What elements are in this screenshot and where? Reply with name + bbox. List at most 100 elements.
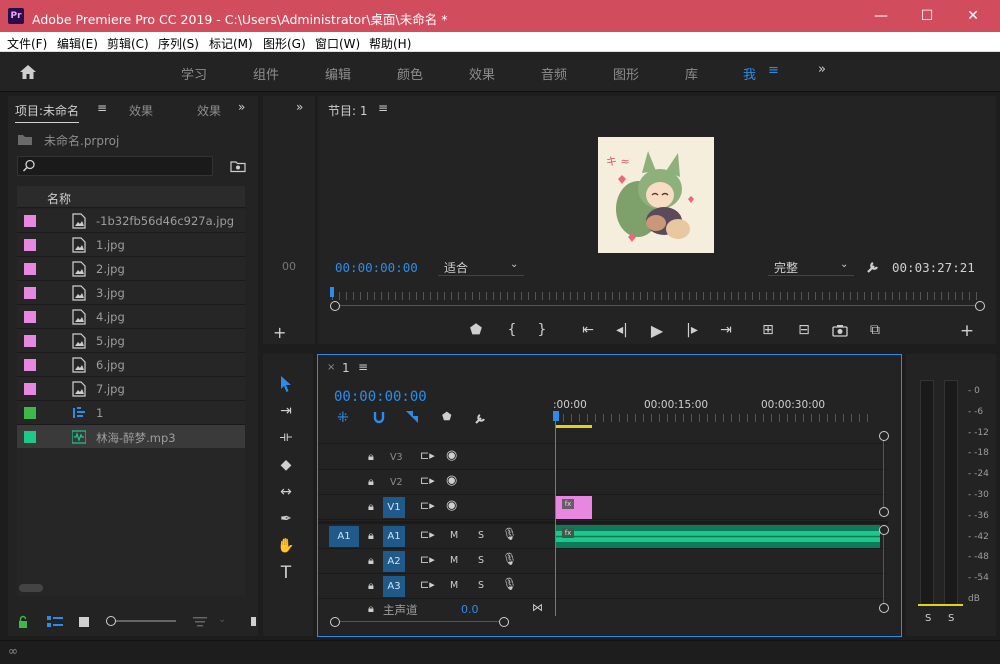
label-color-swatch[interactable] — [24, 215, 36, 227]
go-to-out-icon[interactable]: ⇥ — [716, 322, 736, 338]
step-forward-icon[interactable]: |▸ — [682, 322, 702, 338]
track-target-a1[interactable]: A1 — [383, 526, 405, 547]
tab-effects-2[interactable]: 效果 — [197, 102, 223, 119]
label-color-swatch[interactable] — [24, 431, 36, 443]
zoom-handle-right[interactable] — [975, 301, 985, 311]
track-target-v1[interactable]: V1 — [383, 497, 405, 518]
list-item[interactable]: 林海-醉梦.mp3 — [17, 425, 245, 449]
video-scrollbar[interactable] — [883, 437, 884, 511]
menu-clip[interactable]: 剪辑(C) — [107, 35, 149, 52]
workspace-effects[interactable]: 效果 — [469, 64, 495, 83]
lift-icon[interactable]: ⊞ — [758, 322, 778, 338]
sync-lock-icon[interactable]: ⊏▸ — [420, 449, 435, 462]
tab-project[interactable]: 项目:未命名 — [15, 102, 80, 123]
maximize-icon[interactable]: ☐ — [912, 4, 942, 28]
source-add-button[interactable]: + — [273, 323, 286, 342]
track-lock-icon[interactable]: 🔒︎ — [368, 554, 374, 568]
workspace-graphics[interactable]: 图形 — [613, 64, 639, 83]
wrench-icon[interactable] — [866, 259, 881, 274]
quality-dropdown[interactable]: 完整 ⌄ — [768, 257, 854, 276]
mute-button[interactable]: M — [450, 580, 458, 591]
sync-lock-icon[interactable]: ⊏▸ — [420, 553, 435, 566]
sync-lock-icon[interactable]: ⊏▸ — [420, 474, 435, 487]
workspace-mine[interactable]: 我 — [743, 64, 756, 83]
more-tabs-icon[interactable]: » — [238, 100, 245, 114]
source-patch-a1[interactable]: A1 — [329, 526, 359, 547]
hand-tool-icon[interactable]: ✋ — [272, 533, 300, 559]
microphone-icon[interactable]: 🎙︎ — [502, 577, 517, 591]
workspace-learning[interactable]: 学习 — [181, 64, 207, 83]
zoom-handle-left[interactable] — [330, 301, 340, 311]
solo-right-button[interactable]: S — [948, 613, 954, 624]
menu-file[interactable]: 文件(F) — [7, 35, 47, 52]
scroll-handle[interactable] — [879, 525, 889, 535]
fit-dropdown[interactable]: 适合 ⌄ — [438, 257, 524, 276]
sort-dropdown-icon[interactable]: ⌄ — [218, 614, 226, 625]
timeline-zoom-bar[interactable] — [335, 621, 505, 622]
master-go-to-end-icon[interactable]: ⋈ — [532, 601, 543, 614]
lock-icon[interactable] — [17, 615, 29, 629]
track-lock-icon[interactable]: 🔒︎ — [368, 475, 374, 489]
menu-help[interactable]: 帮助(H) — [369, 35, 411, 52]
workspace-menu-icon[interactable]: ≡ — [768, 63, 779, 78]
track-lock-icon[interactable]: 🔒︎ — [368, 602, 374, 616]
solo-button[interactable]: S — [478, 530, 484, 541]
track-lock-icon[interactable]: 🔒︎ — [368, 450, 374, 464]
creative-cloud-icon[interactable]: ∞ — [8, 644, 18, 658]
menu-edit[interactable]: 编辑(E) — [57, 35, 98, 52]
list-item[interactable]: 1 — [17, 401, 245, 425]
sequence-tab[interactable]: 1 — [342, 361, 350, 375]
program-menu-icon[interactable]: ≡ — [378, 101, 388, 115]
audio-scrollbar[interactable] — [883, 530, 884, 610]
scroll-handle[interactable] — [879, 431, 889, 441]
scroll-handle[interactable] — [879, 507, 889, 517]
timeline-marker-icon[interactable]: ⬟ — [442, 410, 452, 423]
track-target-a2[interactable]: A2 — [383, 551, 405, 572]
menu-marker[interactable]: 标记(M) — [209, 35, 253, 52]
sync-lock-icon[interactable]: ⊏▸ — [420, 528, 435, 541]
workspace-audio[interactable]: 音频 — [541, 64, 567, 83]
ripple-edit-tool-icon[interactable]: ⟛ — [272, 424, 300, 450]
timeline-timecode[interactable]: 00:00:00:00 — [334, 389, 427, 405]
close-sequence-icon[interactable]: × — [327, 362, 335, 373]
solo-left-button[interactable]: S — [925, 613, 931, 624]
label-color-swatch[interactable] — [24, 311, 36, 323]
mute-button[interactable]: M — [450, 530, 458, 541]
program-playhead[interactable] — [330, 287, 334, 297]
microphone-icon[interactable]: 🎙︎ — [502, 527, 517, 541]
list-item[interactable]: 2.jpg — [17, 257, 245, 281]
list-item[interactable]: 4.jpg — [17, 305, 245, 329]
label-color-swatch[interactable] — [24, 239, 36, 251]
sync-lock-icon[interactable]: ⊏▸ — [420, 578, 435, 591]
list-item[interactable]: 1.jpg — [17, 233, 245, 257]
project-column-header[interactable]: 名称 — [17, 186, 245, 208]
snap-icon[interactable] — [372, 410, 386, 424]
nest-icon[interactable]: ⁜ — [337, 410, 349, 426]
label-color-swatch[interactable] — [24, 383, 36, 395]
zoom-handle-left[interactable] — [330, 617, 340, 627]
mark-out-icon[interactable]: } — [532, 322, 552, 338]
play-icon[interactable]: ▶ — [647, 321, 667, 340]
list-item[interactable]: 5.jpg — [17, 329, 245, 353]
go-to-in-icon[interactable]: ⇤ — [578, 322, 598, 338]
list-item[interactable]: 3.jpg — [17, 281, 245, 305]
source-expand-icon[interactable]: » — [296, 100, 303, 114]
label-color-swatch[interactable] — [24, 287, 36, 299]
list-view-icon[interactable] — [47, 616, 63, 628]
timeline-settings-icon[interactable] — [474, 411, 488, 425]
selection-tool-icon[interactable] — [279, 375, 293, 393]
track-target-a3[interactable]: A3 — [383, 576, 405, 597]
mute-button[interactable]: M — [450, 555, 458, 566]
project-scrollbar[interactable] — [19, 584, 43, 592]
home-icon[interactable] — [19, 64, 37, 80]
menu-window[interactable]: 窗口(W) — [315, 35, 360, 52]
program-zoom-bar[interactable] — [334, 305, 978, 306]
solo-button[interactable]: S — [478, 555, 484, 566]
project-search-input[interactable] — [17, 156, 213, 176]
type-tool-icon[interactable]: T — [272, 560, 300, 586]
list-item[interactable]: -1b32fb56d46c927a.jpg — [17, 209, 245, 233]
microphone-icon[interactable]: 🎙︎ — [502, 552, 517, 566]
add-marker-icon[interactable]: ⬟ — [466, 322, 486, 338]
workspace-editing[interactable]: 编辑 — [325, 64, 351, 83]
sync-lock-icon[interactable]: ⊏▸ — [420, 499, 435, 512]
